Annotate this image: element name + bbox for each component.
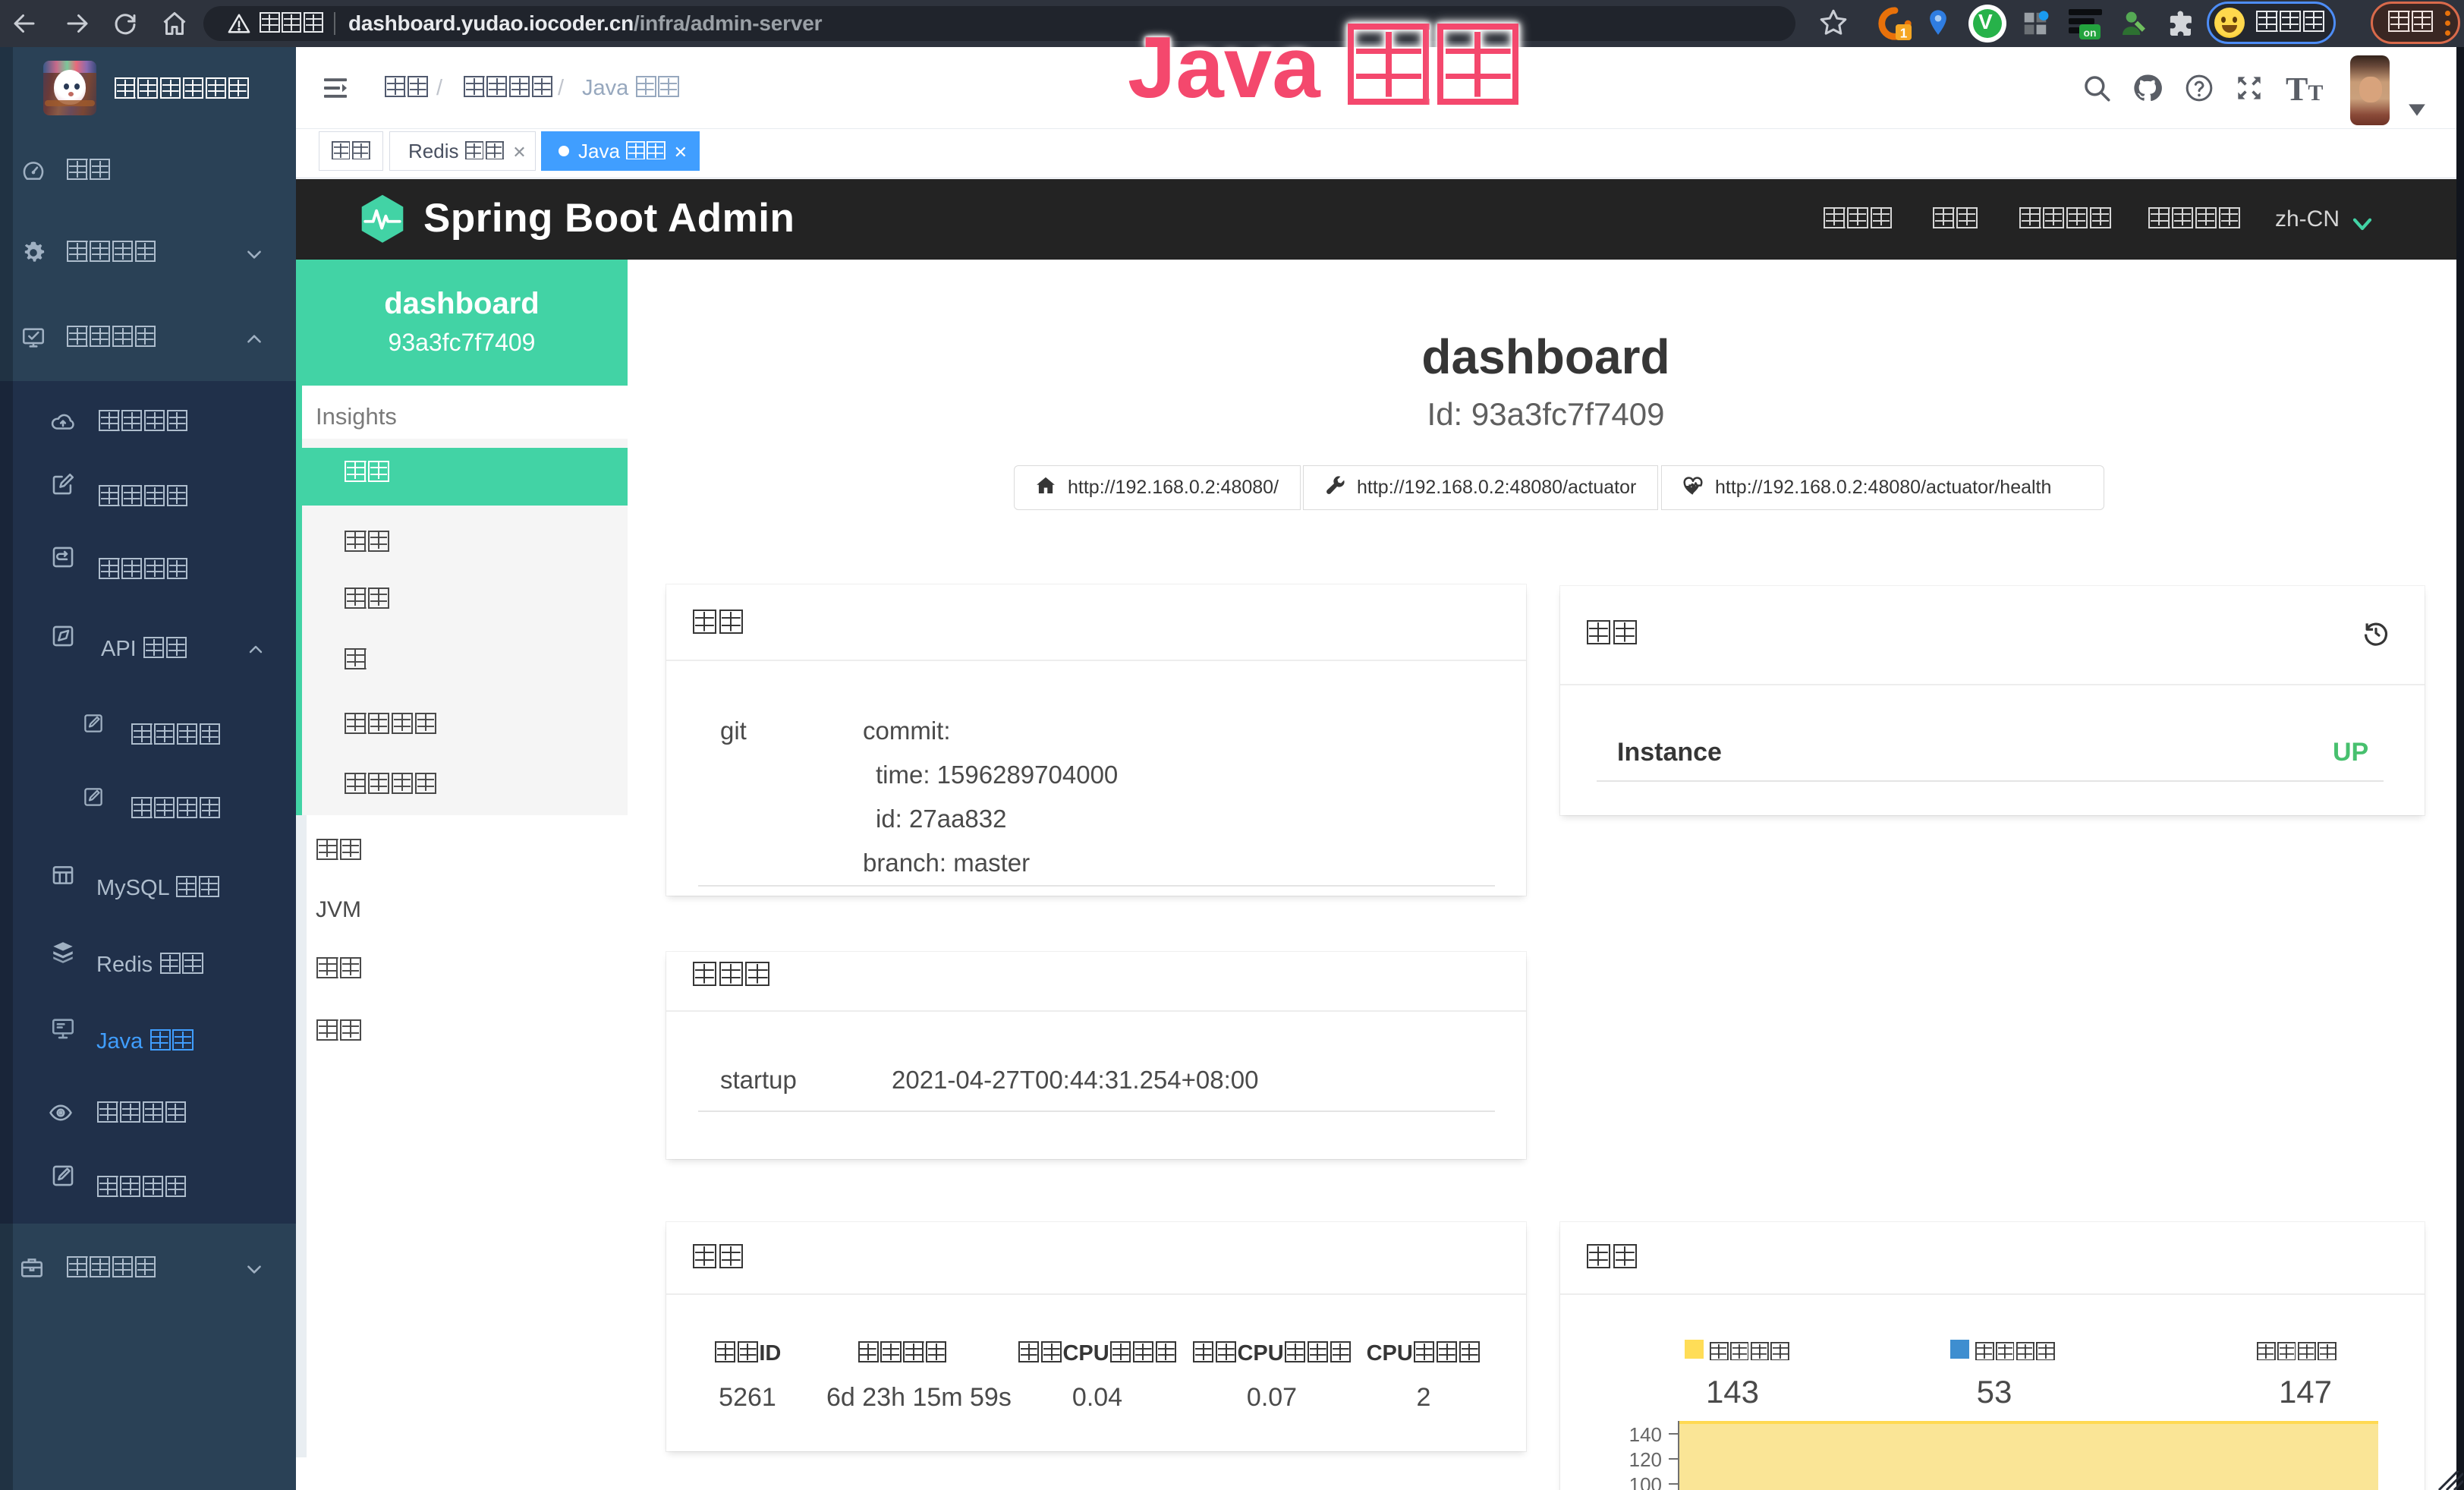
- svg-text:1: 1: [1900, 25, 1908, 40]
- svg-text:on: on: [2083, 27, 2096, 39]
